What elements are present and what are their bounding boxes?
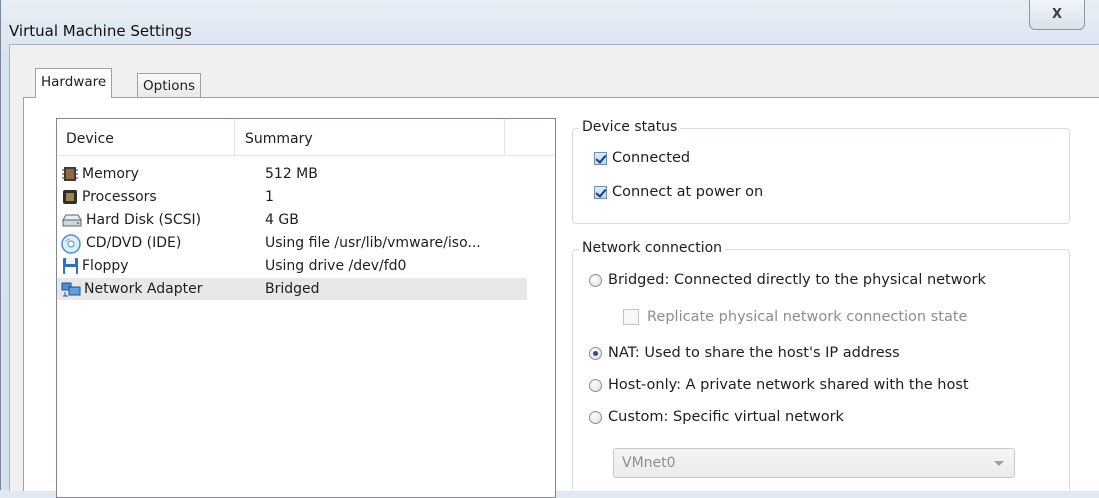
replicate-state-row[interactable]: Replicate physical network connection st…: [623, 309, 967, 325]
connect-at-power-on-checkbox[interactable]: [594, 185, 607, 199]
connect-at-power-on-row[interactable]: Connect at power on: [594, 184, 763, 200]
hard-disk-icon: [61, 211, 83, 229]
processor-icon: [61, 188, 79, 206]
close-button[interactable]: X: [1029, 0, 1085, 30]
cd-dvd-icon: [61, 234, 83, 254]
device-summary: 4 GB: [265, 212, 299, 228]
floppy-icon: [61, 257, 79, 275]
column-header-summary-label: Summary: [245, 131, 313, 147]
table-row[interactable]: Network Adapter Bridged: [57, 278, 527, 300]
host-only-label: Host-only: A private network shared with…: [608, 377, 969, 393]
device-list-header: Device Summary: [57, 119, 555, 156]
host-only-radio[interactable]: [589, 378, 602, 392]
connect-at-power-on-label: Connect at power on: [612, 184, 764, 200]
column-header-device[interactable]: Device: [57, 119, 235, 155]
tab-options[interactable]: Options: [137, 73, 202, 98]
device-summary: Using file /usr/lib/vmware/iso...: [265, 235, 481, 251]
device-summary: 512 MB: [265, 166, 318, 182]
connected-checkbox-row[interactable]: Connected: [594, 150, 690, 166]
table-row[interactable]: Hard Disk (SCSI) 4 GB: [57, 209, 527, 231]
device-name: Memory: [82, 166, 139, 182]
memory-icon: [61, 165, 79, 183]
column-header-summary[interactable]: Summary: [235, 119, 505, 155]
custom-network-value: VMnet0: [622, 455, 676, 471]
tab-hardware-label: Hardware: [41, 74, 107, 90]
device-summary: 1: [265, 189, 274, 205]
network-adapter-icon: [61, 280, 81, 298]
custom-radio-row[interactable]: Custom: Specific virtual network: [589, 409, 844, 425]
device-summary: Using drive /dev/fd0: [265, 258, 407, 274]
custom-label: Custom: Specific virtual network: [608, 409, 844, 425]
bridged-radio-row[interactable]: Bridged: Connected directly to the physi…: [589, 272, 986, 288]
table-row[interactable]: Processors 1: [57, 186, 527, 208]
bridged-label: Bridged: Connected directly to the physi…: [608, 272, 986, 288]
tab-options-label: Options: [143, 78, 196, 94]
device-name: Processors: [82, 189, 157, 205]
device-name: Floppy: [82, 258, 129, 274]
table-row[interactable]: Memory 512 MB: [57, 163, 527, 185]
title-bar[interactable]: Virtual Machine Settings X: [1, 0, 1099, 44]
host-only-radio-row[interactable]: Host-only: A private network shared with…: [589, 377, 969, 393]
connected-label: Connected: [612, 150, 691, 166]
table-row[interactable]: CD/DVD (IDE) Using file /usr/lib/vmware/…: [57, 232, 527, 254]
tab-hardware[interactable]: Hardware: [35, 68, 113, 98]
column-header-filler: [505, 119, 555, 155]
device-name: Hard Disk (SCSI): [86, 212, 202, 228]
custom-network-dropdown[interactable]: VMnet0: [613, 448, 1015, 478]
replicate-state-checkbox[interactable]: [623, 309, 639, 325]
device-summary: Bridged: [265, 281, 320, 297]
device-name: CD/DVD (IDE): [86, 235, 182, 251]
chevron-down-icon: [994, 461, 1004, 466]
network-connection-legend: Network connection: [579, 240, 726, 256]
replicate-state-label: Replicate physical network connection st…: [647, 309, 968, 325]
table-row[interactable]: Floppy Using drive /dev/fd0: [57, 255, 527, 277]
nat-label: NAT: Used to share the host's IP address: [608, 345, 900, 361]
device-status-legend: Device status: [579, 119, 681, 135]
device-status-group: Device status: [572, 119, 1070, 224]
device-name: Network Adapter: [84, 281, 203, 297]
nat-radio[interactable]: [589, 346, 602, 360]
bridged-radio[interactable]: [589, 273, 602, 287]
column-header-device-label: Device: [66, 131, 114, 147]
device-list[interactable]: Device Summary Memory 512 MB Processors …: [56, 118, 556, 498]
nat-radio-row[interactable]: NAT: Used to share the host's IP address: [589, 345, 900, 361]
vm-settings-window: Virtual Machine Settings X Hardware Opti…: [0, 0, 1099, 498]
window-title: Virtual Machine Settings: [9, 22, 192, 40]
custom-radio[interactable]: [589, 410, 602, 424]
connected-checkbox[interactable]: [594, 151, 607, 165]
close-icon: X: [1051, 7, 1063, 22]
